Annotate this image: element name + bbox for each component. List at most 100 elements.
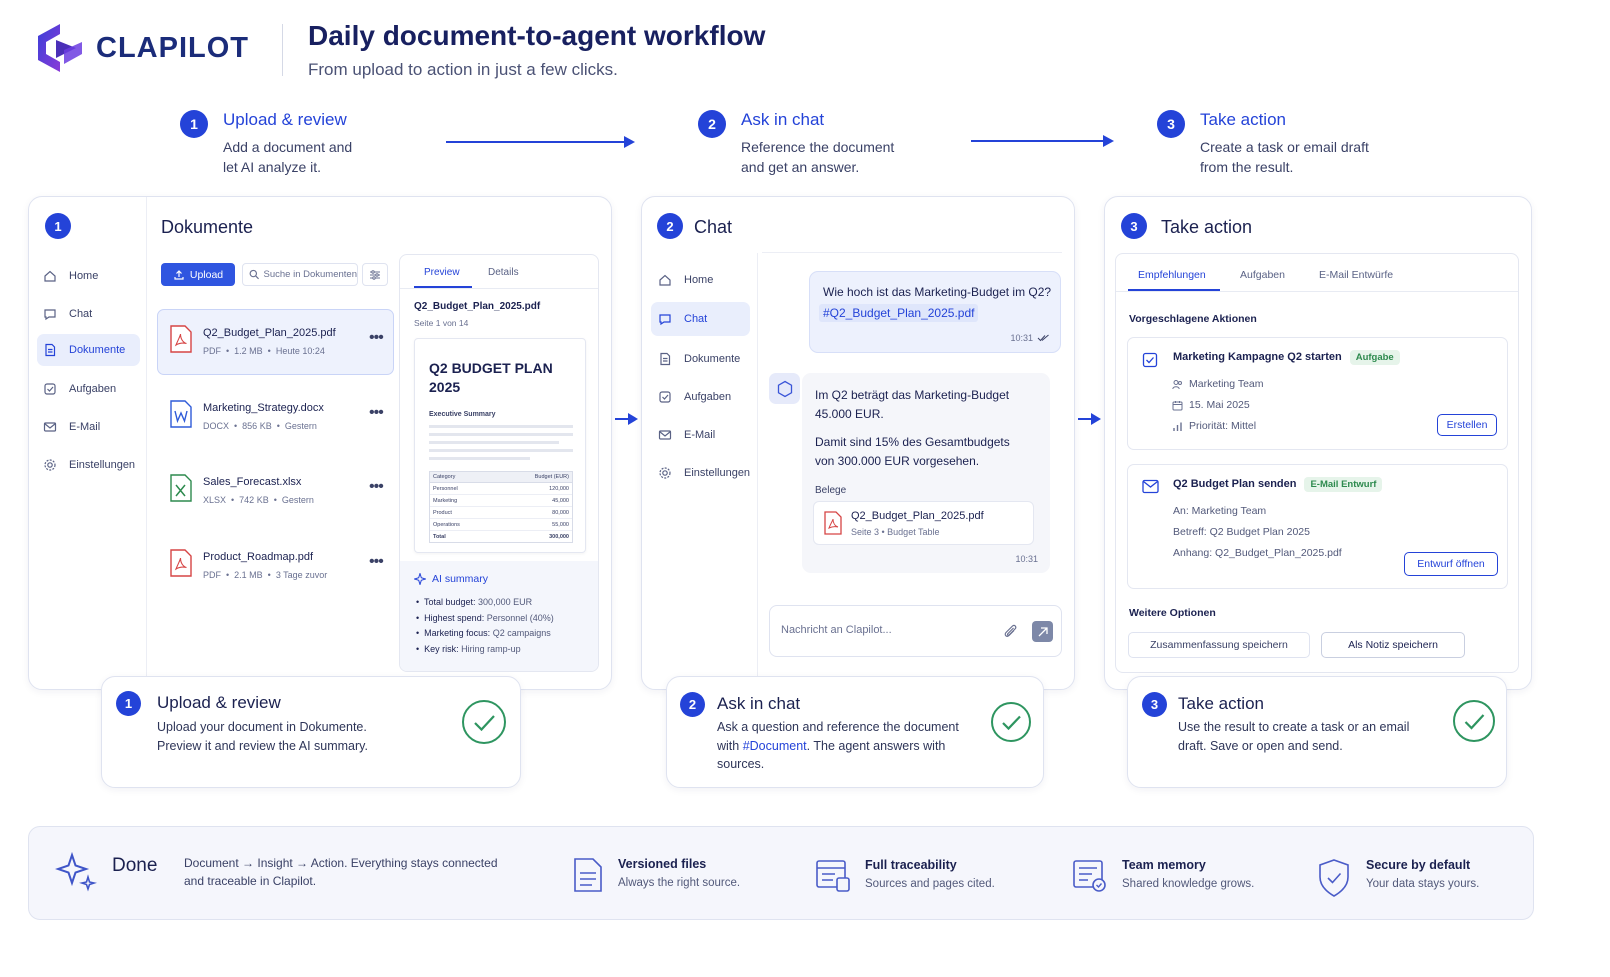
brand-logo bbox=[30, 20, 84, 74]
sparkle-icon bbox=[414, 573, 426, 585]
sidebar-item-chat[interactable]: Chat bbox=[43, 305, 139, 323]
more-options-icon[interactable]: ••• bbox=[369, 404, 384, 422]
tab-email-entwuerfe[interactable]: E-Mail Entwürfe bbox=[1319, 269, 1393, 281]
file-list-item[interactable]: Product_Roadmap.pdf PDF • 2.1 MB • 3 Tage… bbox=[165, 539, 390, 595]
sidebar-item-label: Dokumente bbox=[684, 353, 741, 365]
sidebar-item-email[interactable]: E-Mail bbox=[658, 426, 754, 444]
file-list-item[interactable]: Marketing_Strategy.docx DOCX • 856 KB • G… bbox=[165, 390, 390, 446]
file-list-item[interactable]: Sales_Forecast.xlsx XLSX • 742 KB • Geste… bbox=[165, 464, 390, 520]
sidebar-item-label: Aufgaben bbox=[684, 391, 732, 403]
agent-message-p2: Damit sind 15% des Gesamtbudgets von 300.… bbox=[815, 435, 1010, 468]
tab-details[interactable]: Details bbox=[488, 267, 519, 278]
page-title: Daily document-to-agent workflow bbox=[308, 20, 766, 51]
sidebar-item-home[interactable]: Home bbox=[658, 271, 754, 289]
excel-icon bbox=[169, 474, 193, 507]
summary-card-1: 1 Upload & review Upload your document i… bbox=[101, 676, 521, 788]
action-priority: Priorität: Mittel bbox=[1172, 420, 1256, 432]
upload-button[interactable]: Upload bbox=[161, 263, 235, 286]
source-card[interactable]: Q2_Budget_Plan_2025.pdf Seite 3 • Budget… bbox=[813, 501, 1034, 545]
file-name: Product_Roadmap.pdf bbox=[203, 551, 314, 563]
doc-title: Q2 BUDGET PLAN 2025 bbox=[429, 360, 553, 395]
action-inner: Empfehlungen Aufgaben E-Mail Entwürfe Vo… bbox=[1115, 253, 1519, 673]
pdf-icon bbox=[169, 325, 193, 358]
sidebar-item-email[interactable]: E-Mail bbox=[43, 418, 139, 436]
table-header: Category Budget (EUR) bbox=[430, 472, 572, 483]
file-list-item[interactable]: Q2_Budget_Plan_2025.pdf PDF • 1.2 MB • He… bbox=[165, 315, 390, 371]
gear-icon bbox=[659, 467, 671, 479]
open-draft-button[interactable]: Entwurf öffnen bbox=[1404, 552, 1498, 576]
sidebar-item-home[interactable]: Home bbox=[43, 267, 139, 285]
preview-file-name: Q2_Budget_Plan_2025.pdf bbox=[414, 301, 541, 312]
source-file-name: Q2_Budget_Plan_2025.pdf bbox=[851, 510, 984, 522]
more-options-icon[interactable]: ••• bbox=[369, 553, 384, 571]
create-button[interactable]: Erstellen bbox=[1437, 414, 1497, 436]
more-options-title: Weitere Optionen bbox=[1129, 607, 1216, 619]
file-name: Marketing_Strategy.docx bbox=[203, 402, 324, 414]
file-meta: XLSX • 742 KB • Gestern bbox=[203, 495, 314, 505]
paperclip-icon[interactable] bbox=[1001, 622, 1019, 640]
tab-preview[interactable]: Preview bbox=[424, 267, 460, 278]
team-icon bbox=[1172, 379, 1182, 389]
ai-summary-list: • Total budget: 300,000 EUR • Highest spe… bbox=[416, 597, 598, 659]
document-thumbnail: Q2 BUDGET PLAN 2025 Executive Summary Ca… bbox=[414, 338, 586, 553]
feature-desc: Always the right source. bbox=[618, 877, 741, 889]
agent-avatar bbox=[769, 373, 800, 404]
sidebar-item-chat[interactable]: Chat bbox=[651, 302, 750, 336]
send-button[interactable] bbox=[1032, 621, 1053, 642]
agent-message: Im Q2 beträgt das Marketing-Budget 45.000… bbox=[802, 373, 1050, 573]
feature-versioned-files: Versioned files Always the right source. bbox=[572, 857, 740, 893]
file-name: Sales_Forecast.xlsx bbox=[203, 476, 302, 488]
mail-icon bbox=[43, 422, 57, 432]
save-summary-button[interactable]: Zusammenfassung speichern bbox=[1128, 632, 1310, 658]
filter-icon bbox=[370, 269, 380, 280]
feature-title: Team memory bbox=[1122, 858, 1206, 872]
sidebar-item-aufgaben[interactable]: Aufgaben bbox=[658, 388, 754, 406]
more-options-icon[interactable]: ••• bbox=[369, 478, 384, 496]
step-desc: Add a document and let AI analyze it. bbox=[223, 139, 353, 175]
sidebar-item-label: E-Mail bbox=[69, 421, 101, 433]
step-title: Take action bbox=[1200, 110, 1286, 129]
summary-title: Upload & review bbox=[157, 693, 281, 712]
feature-title: Full traceability bbox=[865, 858, 957, 872]
check-circle-icon bbox=[991, 702, 1031, 742]
action-card-email: Q2 Budget Plan senden E-Mail Entwurf An: … bbox=[1127, 464, 1508, 589]
upload-icon bbox=[174, 269, 184, 280]
save-note-button[interactable]: Als Notiz speichern bbox=[1321, 632, 1465, 658]
email-attachment: Anhang: Q2_Budget_Plan_2025.pdf bbox=[1173, 547, 1342, 559]
arrow-right-icon bbox=[1078, 412, 1102, 431]
ai-summary-item: • Marketing focus: Q2 campaigns bbox=[416, 628, 551, 638]
pdf-icon bbox=[824, 511, 842, 535]
step-title: Upload & review bbox=[223, 110, 347, 129]
sidebar-item-aufgaben[interactable]: Aufgaben bbox=[43, 380, 139, 398]
task-check-icon bbox=[1142, 352, 1158, 368]
tab-empfehlungen[interactable]: Empfehlungen bbox=[1138, 269, 1206, 281]
summary-card-2: 2 Ask in chat Ask a question and referen… bbox=[666, 676, 1044, 788]
summary-desc: Use the result to create a task or an em… bbox=[1178, 720, 1410, 753]
sidebar-item-dokumente[interactable]: Dokumente bbox=[37, 334, 140, 366]
filter-button[interactable] bbox=[362, 263, 388, 286]
feature-secure: Secure by default Your data stays yours. bbox=[1316, 858, 1479, 898]
sidebar-item-einstellungen[interactable]: Einstellungen bbox=[43, 456, 143, 474]
footer-desc: Document → Insight → Action. Everything … bbox=[184, 856, 498, 888]
document-reference-chip[interactable]: #Q2_Budget_Plan_2025.pdf bbox=[819, 304, 979, 322]
brand-name: CLAPILOT bbox=[96, 32, 249, 64]
source-meta: Seite 3 • Budget Table bbox=[851, 527, 940, 537]
table-row: Total 300,000 bbox=[433, 533, 569, 540]
sidebar-item-einstellungen[interactable]: Einstellungen bbox=[658, 464, 758, 482]
hexagon-bot-icon bbox=[777, 380, 792, 397]
tab-aufgaben[interactable]: Aufgaben bbox=[1240, 269, 1285, 281]
more-options-icon[interactable]: ••• bbox=[369, 329, 384, 347]
table-row: Marketing 45,000 bbox=[430, 495, 572, 507]
double-check-icon bbox=[1037, 334, 1049, 342]
home-icon bbox=[659, 274, 671, 286]
chat-input[interactable]: Nachricht an Clapilot... bbox=[769, 605, 1062, 657]
search-input[interactable]: Suche in Dokumenten bbox=[242, 263, 358, 286]
priority-bars-icon bbox=[1173, 422, 1182, 431]
step-desc: Reference the document and get an answer. bbox=[741, 139, 895, 175]
sidebar-item-dokumente[interactable]: Dokumente bbox=[658, 350, 754, 368]
send-icon bbox=[1038, 626, 1048, 636]
chat-panel: 2 Chat Home Chat Dokumente Aufgaben E-Ma… bbox=[641, 196, 1075, 690]
sparkle-icon bbox=[55, 851, 97, 892]
email-subject: Betreff: Q2 Budget Plan 2025 bbox=[1173, 526, 1310, 538]
feature-desc: Shared knowledge grows. bbox=[1122, 878, 1255, 890]
